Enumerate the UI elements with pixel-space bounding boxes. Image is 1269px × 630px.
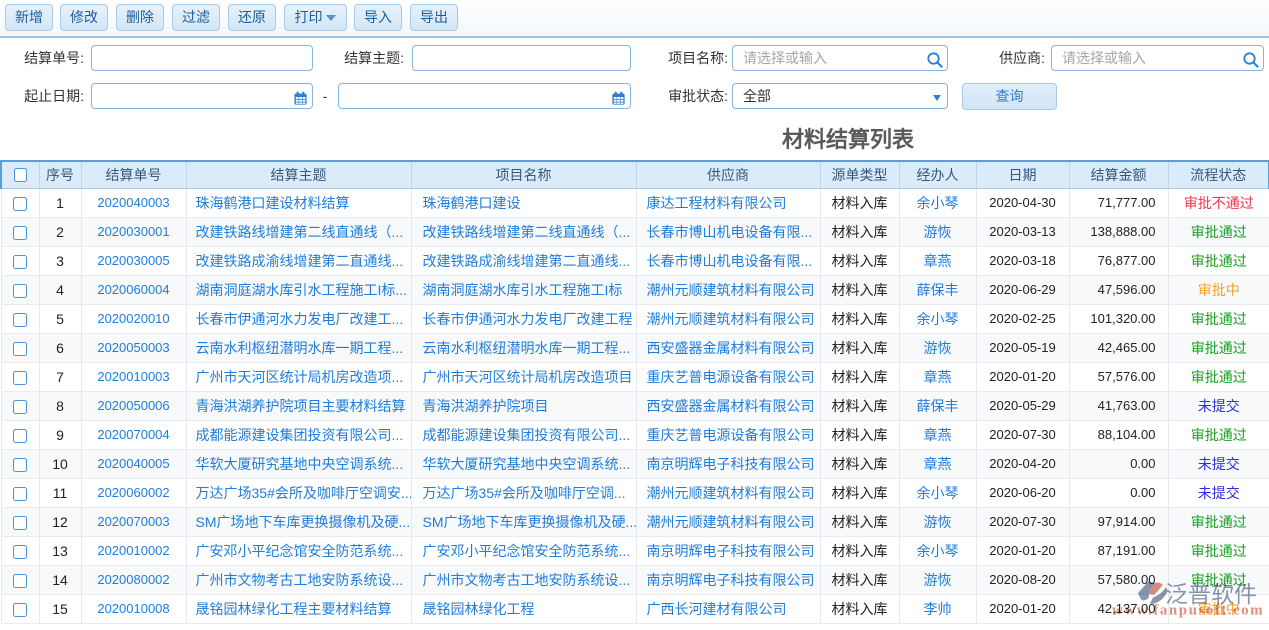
svg-text:www.fanpusoft.com: www.fanpusoft.com — [1112, 603, 1264, 619]
